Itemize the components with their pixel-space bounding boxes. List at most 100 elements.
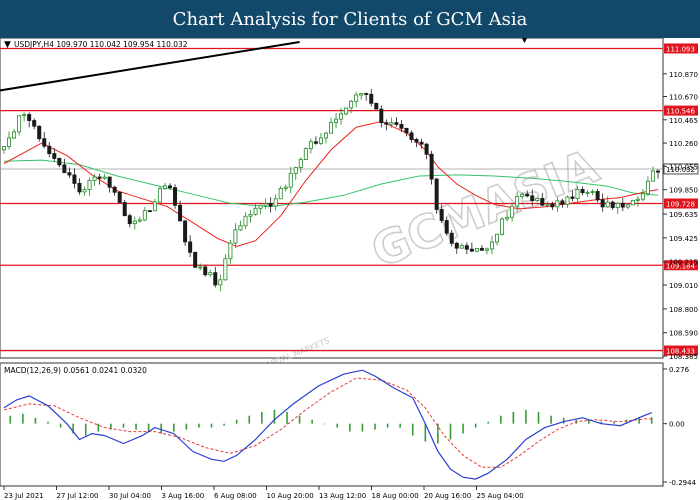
candle-down (364, 93, 369, 95)
candle-down (580, 189, 585, 194)
macd-histogram-bar (411, 423, 414, 436)
candle-down (313, 141, 318, 144)
price-panel: GCMASIA GLOBAL CAPITAL MARKETS 111.09311… (0, 38, 699, 385)
page-title: Chart Analysis for Clients of GCM Asia (172, 8, 528, 30)
candle-up (228, 242, 233, 260)
macd-histogram-bar (512, 411, 515, 424)
candle-down (454, 242, 459, 249)
candle-up (535, 198, 540, 202)
candle-up (640, 193, 645, 200)
candle-down (203, 266, 208, 276)
price-tick-label: 110.055 (669, 163, 698, 171)
candle-up (615, 202, 620, 209)
macd-histogram-bar (336, 423, 339, 428)
candle-down (595, 191, 600, 201)
candle-down (384, 122, 389, 125)
candle-down (404, 127, 409, 134)
candle-up (152, 201, 157, 212)
candle-up (233, 229, 238, 244)
chart-area: GCMASIA GLOBAL CAPITAL MARKETS 111.09311… (0, 38, 699, 500)
macd-histogram-bar (349, 423, 351, 432)
candle-down (399, 124, 404, 129)
candle-down (414, 139, 419, 143)
candle-up (344, 107, 349, 115)
candle-up (474, 247, 479, 252)
candle-down (42, 138, 47, 147)
time-tick-label: 23 Jul 2021 (4, 492, 44, 500)
candle-up (278, 188, 283, 200)
time-tick-label: 20 Aug 16:00 (424, 492, 471, 500)
macd-histogram-bar (273, 409, 276, 424)
time-tick-label: 6 Aug 08:00 (214, 492, 257, 500)
price-tick-label: 109.635 (669, 211, 698, 219)
candle-up (354, 94, 359, 102)
candle-up (339, 113, 344, 120)
macd-histogram-bar (47, 421, 49, 424)
candle-down (530, 195, 535, 202)
candle-up (273, 198, 278, 207)
candle-up (238, 225, 243, 231)
macd-histogram-bar (449, 423, 452, 440)
candle-up (484, 248, 489, 251)
candle-up (500, 218, 505, 235)
candle-up (162, 185, 167, 189)
candle-up (87, 180, 92, 190)
time-tick-label: 13 Aug 12:00 (319, 492, 366, 500)
candle-up (510, 205, 515, 218)
triangle-marker-icon: ▼ (4, 40, 11, 50)
macd-histogram-bar (198, 423, 200, 428)
candle-down (47, 145, 52, 154)
candle-down (37, 125, 42, 140)
candle-down (183, 220, 188, 243)
candle-down (429, 153, 434, 180)
candle-down (610, 201, 615, 209)
candle-up (520, 193, 525, 197)
candle-down (620, 202, 625, 208)
price-tick-label: 108.800 (669, 306, 698, 314)
macd-histogram-bar (487, 421, 490, 424)
macd-tick-label: 0.276 (669, 366, 690, 374)
macd-histogram-bar (84, 423, 87, 436)
candle-down (122, 202, 127, 217)
price-tick-label: 109.215 (669, 259, 698, 267)
candle-up (248, 213, 253, 217)
candle-down (72, 174, 77, 184)
candle-up (308, 141, 313, 149)
arrow-marker-icon: ▼ (521, 38, 528, 45)
candle-down (127, 215, 132, 225)
candle-up (288, 172, 293, 188)
macd-histogram-bar (22, 413, 24, 424)
candle-down (409, 132, 414, 140)
candle-down (97, 176, 102, 179)
candle-up (157, 188, 162, 203)
candle-down (32, 120, 37, 127)
macd-histogram-bar (122, 423, 125, 428)
candle-down (449, 232, 454, 244)
macd-histogram-bar (185, 423, 188, 430)
candle-up (625, 204, 630, 208)
candle-down (173, 187, 178, 206)
candle-up (2, 146, 7, 151)
candle-down (439, 209, 444, 221)
macd-histogram-bar (323, 423, 326, 425)
candle-down (570, 196, 575, 199)
candle-up (459, 245, 464, 249)
candle-up (102, 176, 107, 179)
macd-histogram-bar (474, 423, 477, 428)
candle-up (198, 266, 203, 269)
candle-up (575, 189, 580, 199)
candle-down (117, 191, 122, 203)
price-tick-label: 109.425 (669, 235, 698, 243)
macd-histogram-bar (248, 415, 251, 424)
candle-up (645, 180, 650, 195)
candle-up (389, 122, 394, 125)
candle-up (495, 233, 500, 243)
candle-up (605, 201, 610, 208)
macd-histogram-bar (638, 417, 640, 424)
macd-tick-label: -0.2944 (669, 479, 697, 487)
macd-histogram-bar (59, 423, 62, 428)
macd-histogram-bar (499, 415, 502, 424)
macd-histogram-bar (613, 421, 615, 424)
candle-down (379, 108, 384, 124)
macd-histogram-bar (97, 423, 100, 432)
